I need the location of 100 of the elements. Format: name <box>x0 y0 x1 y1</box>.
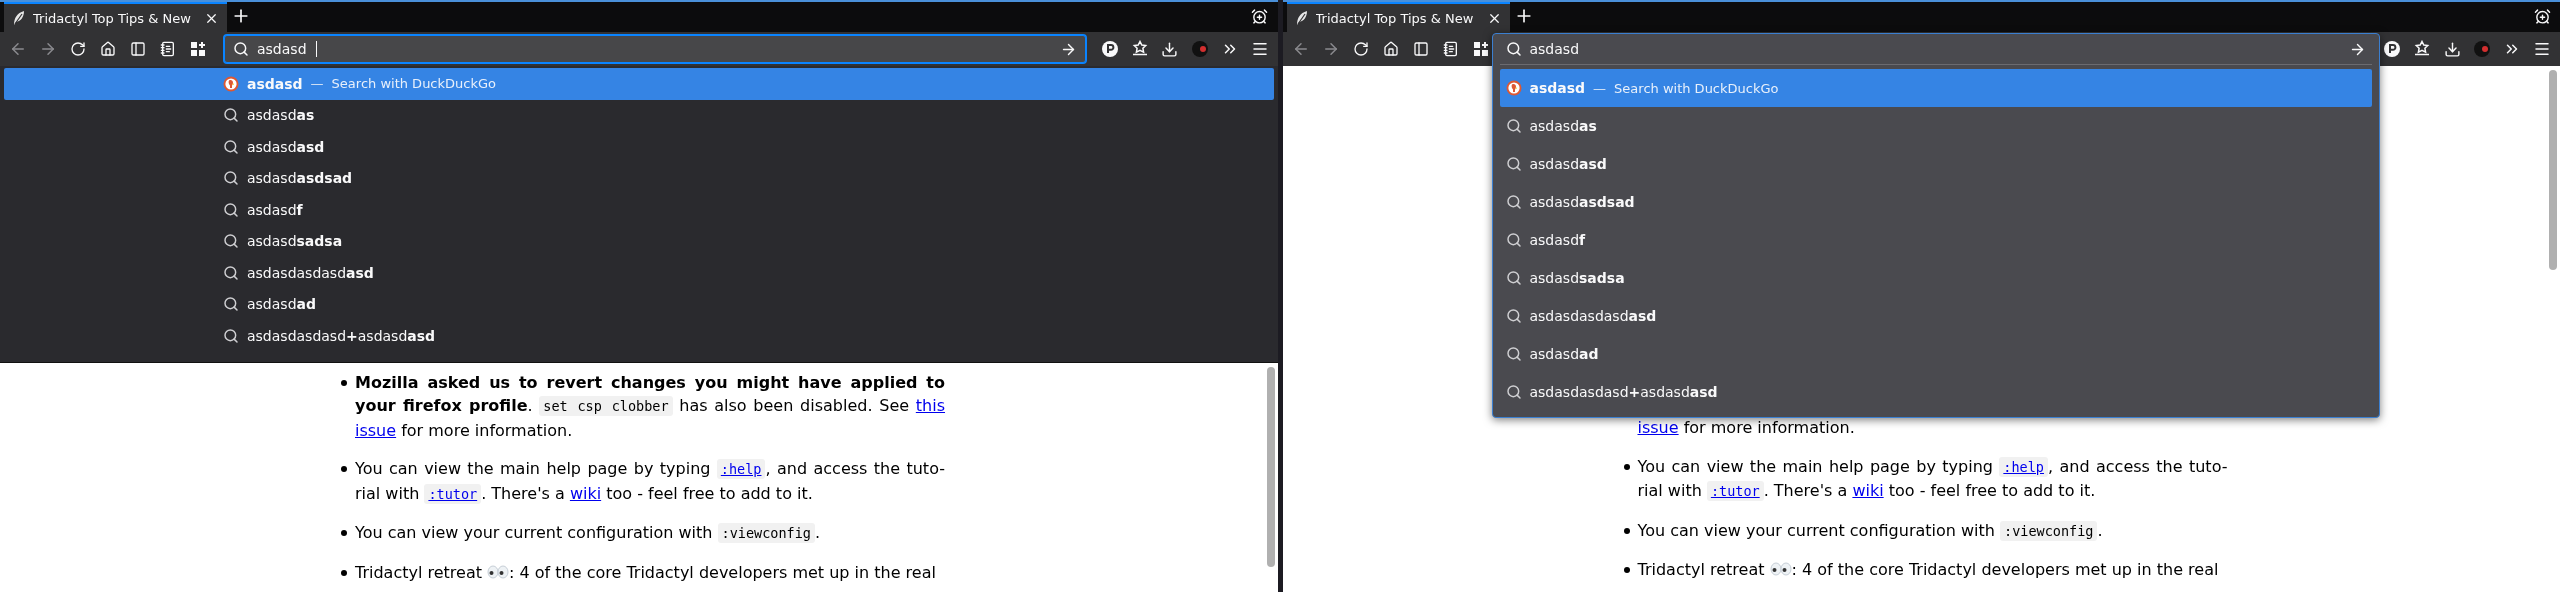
paragraph: Tridactyl retreat : 4 of the core Tridactyl developers met up in the real <box>355 561 937 584</box>
suggestion-row[interactable]: asdasdad <box>4 288 1274 320</box>
star-tray-icon[interactable] <box>2413 40 2431 58</box>
avatar-icon[interactable] <box>2473 40 2491 58</box>
search-icon <box>223 138 239 155</box>
suggestion-text: asdasdasd <box>1529 156 1607 172</box>
suggestion-text: asdasdasdasd+asdasdasd <box>1529 384 1718 400</box>
url-text: asdasd <box>257 41 307 57</box>
eyes-icon <box>487 564 510 579</box>
url-text: asdasd <box>1529 41 1580 57</box>
suggestion-row[interactable]: asdasdf <box>4 194 1274 226</box>
suggestion-text: asdasdasdsad <box>247 170 353 187</box>
suggestion-row[interactable]: asdasdad <box>1499 335 2372 373</box>
home-icon[interactable] <box>100 41 116 57</box>
text-caret <box>315 41 317 57</box>
suggestion-text: asdasd <box>247 75 303 92</box>
suggestion-row[interactable]: asdasdasdasd+asdasdasd <box>1499 373 2372 411</box>
paragraph: You can view the main help page by typing :help , and access the tuto-rial with :tutor . There's a wiki too - feel free to add to it. <box>1637 455 2228 503</box>
suggestion-row[interactable]: asdasdf <box>1499 221 2372 259</box>
separator-dash: — <box>310 76 324 92</box>
command-link[interactable]: :tutor <box>1706 481 1764 501</box>
suggestion-text: asdasdf <box>247 201 303 218</box>
command-link[interactable]: :tutor <box>424 483 482 504</box>
browser-tab[interactable]: Tridactyl Top Tips & New <box>4 2 227 32</box>
suggestion-text: asdasdas <box>1529 118 1597 134</box>
scrollbar[interactable] <box>1266 366 1275 567</box>
suggestion-row[interactable]: asdasdasd <box>1499 145 2372 183</box>
link[interactable]: issue <box>1637 418 1679 437</box>
search-icon <box>1505 118 1522 134</box>
separator-dash: — <box>1593 80 1607 96</box>
suggestion-text: asdasdas <box>247 107 315 124</box>
sidebar-icon[interactable] <box>130 41 146 57</box>
sidebar-icon[interactable] <box>1412 41 1429 57</box>
leaf-icon <box>12 10 26 26</box>
search-icon <box>233 41 249 57</box>
suggestion-row[interactable]: asdasdas <box>1499 107 2372 145</box>
url-field[interactable]: asdasd <box>224 35 1086 63</box>
alarm-clock-icon[interactable] <box>1251 7 1268 25</box>
forward-icon[interactable] <box>39 40 57 58</box>
extensions-icon[interactable] <box>190 41 206 57</box>
suggestion-row[interactable]: asdasd — Search with DuckDuckGo <box>4 68 1274 100</box>
suggestion-text: asdasdasdasd+asdasdasd <box>247 327 436 344</box>
link[interactable]: wiki <box>569 483 602 503</box>
command-link[interactable]: :help <box>1999 456 2048 477</box>
suggestion-text: asdasdad <box>1529 346 1599 362</box>
reload-icon[interactable] <box>70 41 86 57</box>
p-circle-icon[interactable] <box>2383 40 2401 58</box>
suggestion-row[interactable]: asdasd — Search with DuckDuckGo <box>1499 69 2372 107</box>
suggestion-row[interactable]: asdasdas <box>4 99 1274 131</box>
suggestion-text: asdasdsadsa <box>247 233 343 250</box>
suggestion-row[interactable]: asdasdasdasd+asdasdasd <box>4 320 1274 352</box>
suggestion-row[interactable]: asdasdasd <box>4 131 1274 163</box>
search-icon <box>223 170 239 187</box>
notebook-icon[interactable] <box>1442 41 1459 57</box>
menu-icon[interactable] <box>1250 40 1269 58</box>
search-icon <box>223 327 239 344</box>
notebook-icon[interactable] <box>160 41 176 57</box>
search-icon <box>1505 41 1522 57</box>
browser-tab[interactable]: Tridactyl Top Tips & New <box>1286 2 1510 32</box>
extensions-icon[interactable] <box>1472 41 1489 57</box>
suggestion-text: asdasdasdasdasd <box>247 264 374 281</box>
suggestion-text: asdasdf <box>1529 232 1586 248</box>
reload-icon[interactable] <box>1352 41 1369 57</box>
link[interactable]: this <box>915 396 945 415</box>
star-tray-icon[interactable] <box>1130 40 1149 58</box>
search-icon <box>1505 346 1522 362</box>
command-link[interactable]: :help <box>716 459 766 479</box>
scrollbar[interactable] <box>2549 70 2557 270</box>
suggestion-row[interactable]: asdasdasdasdasd <box>4 257 1274 289</box>
download-icon[interactable] <box>2443 40 2461 58</box>
suggestion-text: asdasdasd <box>247 138 325 155</box>
p-circle-icon[interactable] <box>1100 40 1119 58</box>
paragraph: You can view your current configuration with :viewconfig . <box>1637 519 2104 543</box>
menu-icon[interactable] <box>2533 40 2551 58</box>
inline-code: :viewconfig <box>717 523 815 543</box>
paragraph: Mozilla asked us to revert changes you might have applied to your firefox profile. set csp clobber has also been disabled. See this issue for more information. <box>355 371 945 442</box>
download-icon[interactable] <box>1161 40 1178 58</box>
search-icon <box>1505 308 1522 324</box>
back-icon[interactable] <box>9 40 27 58</box>
link[interactable]: issue <box>355 420 397 440</box>
link[interactable]: wiki <box>1852 481 1884 500</box>
search-icon <box>1505 232 1522 248</box>
search-icon <box>1505 194 1522 210</box>
home-icon[interactable] <box>1382 41 1399 57</box>
suggestion-text: asdasdad <box>247 296 316 313</box>
leaf-icon <box>1294 10 1309 26</box>
search-icon <box>1505 384 1522 400</box>
suggestion-row[interactable]: asdasdasdsad <box>4 162 1274 194</box>
suggestion-row[interactable]: asdasdasdsad <box>1499 183 2372 221</box>
paragraph: issue for more information. <box>1637 417 1856 439</box>
suggestion-text: asdasdasdasdasd <box>1529 308 1657 324</box>
suggestion-row[interactable]: asdasdasdasdasd <box>1499 297 2372 335</box>
inline-code: :viewconfig <box>2000 520 2098 541</box>
suggestion-row[interactable]: asdasdsadsa <box>4 225 1274 257</box>
avatar-icon[interactable] <box>1190 40 1209 58</box>
action-text: Search with DuckDuckGo <box>1614 80 1779 96</box>
paragraph: You can view the main help page by typing :help , and access the tuto-rial with :tutor . There's a wiki too - feel free to add to it. <box>355 458 945 506</box>
alarm-clock-icon[interactable] <box>2533 7 2551 25</box>
suggestion-row[interactable]: asdasdsadsa <box>1499 259 2372 297</box>
search-icon <box>223 233 239 250</box>
